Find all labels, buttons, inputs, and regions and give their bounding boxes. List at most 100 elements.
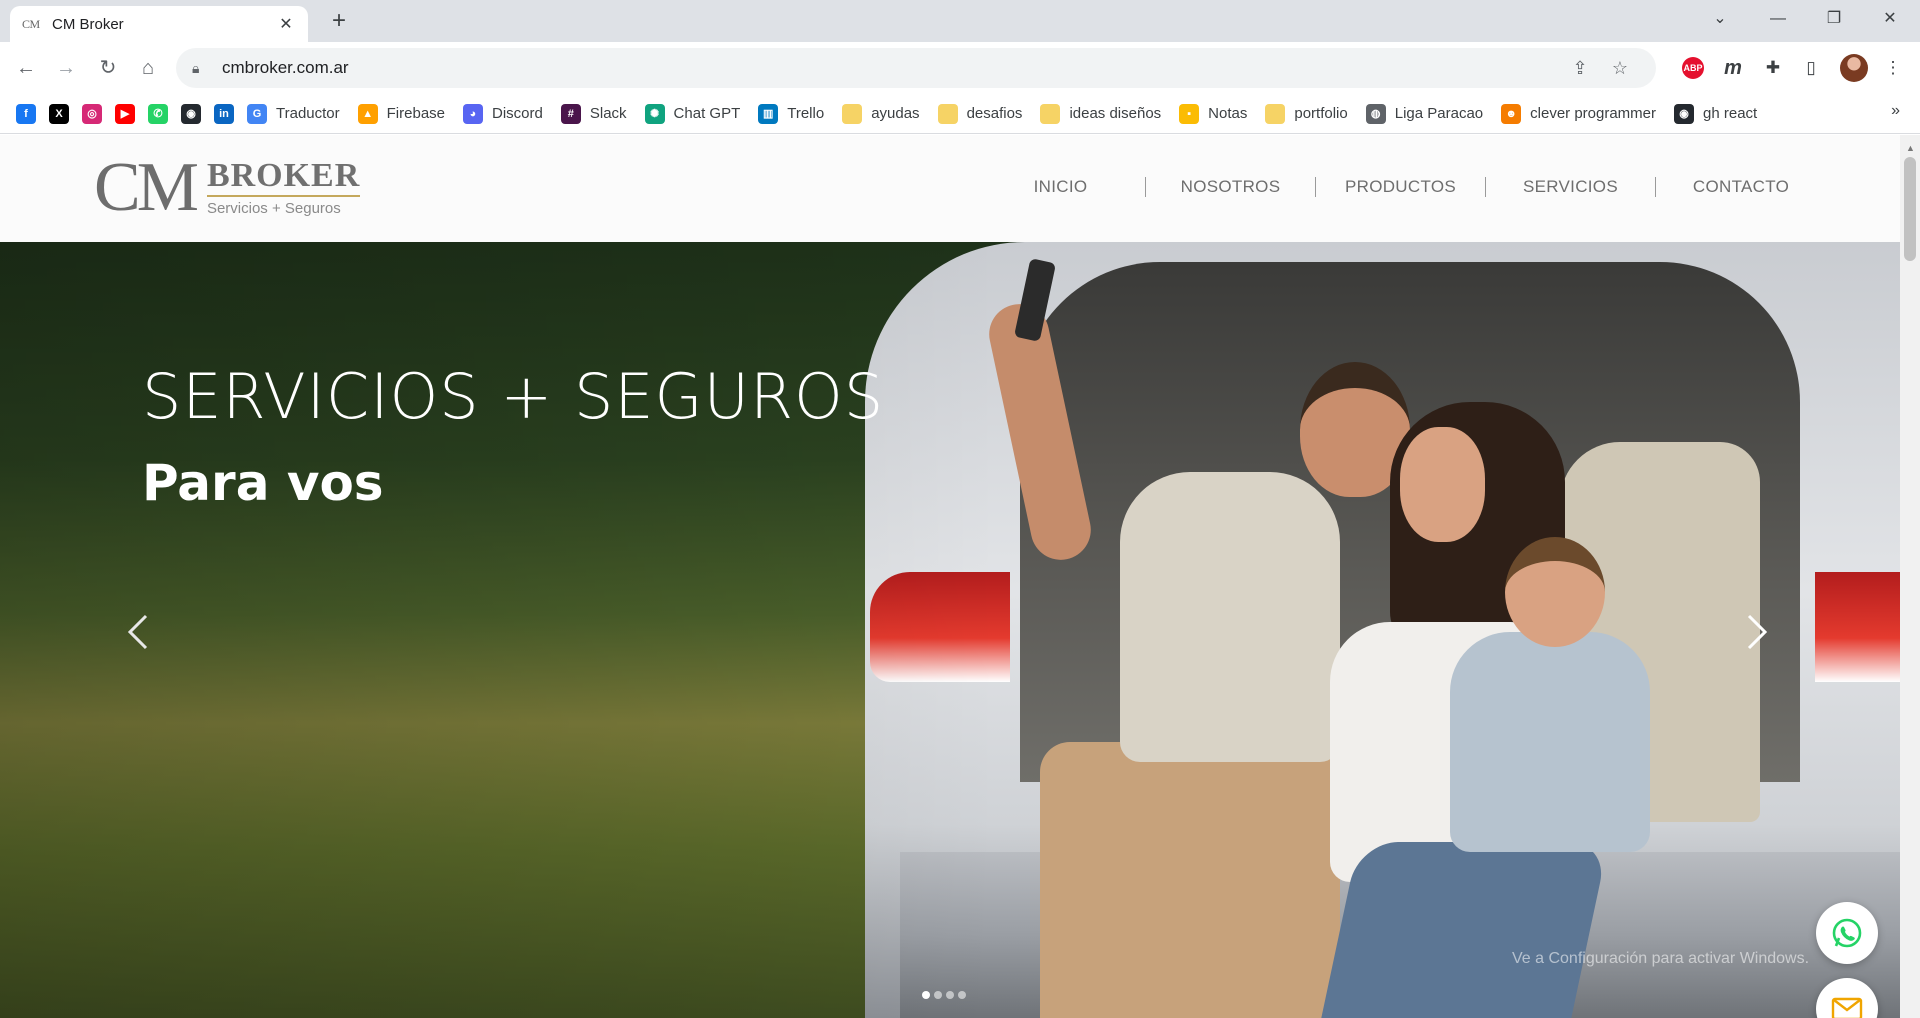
url-text[interactable]: cmbroker.com.ar [216,58,1560,78]
bookmark-item[interactable]: X [49,103,69,124]
bookmark-label: Discord [492,105,543,122]
bookmark-label: Slack [589,105,627,122]
bookmark-item[interactable]: ◉ [181,103,201,124]
browser-tab[interactable]: CM CM Broker ✕ [10,6,308,42]
bookmark-label: Chat GPT [673,105,741,122]
carousel-dot[interactable] [946,991,954,999]
bookmark-item[interactable]: ▪ Notas [1179,103,1248,124]
extensions-puzzle-icon[interactable]: ✚ [1758,53,1788,83]
bookmark-item[interactable]: ✆ [148,103,168,124]
instagram-icon: ◎ [82,103,102,124]
minimize-button[interactable]: — [1750,0,1806,40]
page-scrollbar[interactable]: ▲ [1900,135,1920,1018]
forward-button[interactable]: → [50,52,82,84]
firebase-icon: ▲ [357,103,378,124]
new-tab-button[interactable]: + [324,6,354,36]
logo-cm: CM [94,149,199,226]
bookmark-item[interactable]: ◕ Discord [463,103,543,124]
youtube-icon: ▶ [115,103,135,124]
bookmark-item[interactable]: # Slack [560,103,627,124]
scrollbar-thumb[interactable] [1904,157,1916,261]
whatsapp-icon [1832,918,1862,948]
bookmark-item[interactable]: ◉ gh react [1674,103,1758,124]
home-button[interactable]: ⌂ [132,52,164,84]
browser-tab-strip: CM CM Broker ✕ + ⌄ — ❐ ✕ [0,0,1920,42]
bookmark-label: ideas diseños [1069,105,1162,122]
site-logo[interactable]: CM BROKER Servicios + Seguros [94,149,361,226]
tab-favicon: CM [22,16,40,31]
bookmark-label: Notas [1208,105,1248,122]
nav-productos[interactable]: PRODUCTOS [1316,177,1486,197]
carousel-dot[interactable] [922,991,930,999]
bookmark-label: Firebase [386,105,445,122]
globe-icon: ◍ [1365,103,1386,124]
close-tab-icon[interactable]: ✕ [276,14,296,34]
tab-search-icon[interactable]: ⌄ [1692,0,1748,40]
bookmark-item[interactable]: ◍ Liga Paracao [1365,103,1484,124]
menu-kebab-icon[interactable]: ⋮ [1878,53,1908,83]
bookmark-star-icon[interactable]: ☆ [1600,58,1640,79]
back-button[interactable]: ← [10,52,42,84]
scroll-up-arrow-icon[interactable]: ▲ [1906,143,1915,153]
nav-inicio[interactable]: INICIO [976,177,1146,197]
carousel-dot[interactable] [958,991,966,999]
reload-button[interactable]: ↻ [92,52,124,84]
profile-avatar[interactable] [1840,54,1868,82]
bookmark-item[interactable]: ▥ Trello [758,103,824,124]
carousel-prev-button[interactable] [120,602,160,662]
chatgpt-icon: ✺ [644,103,665,124]
bookmark-item[interactable]: ☻ clever programmer [1501,103,1656,124]
carousel-dot[interactable] [934,991,942,999]
bookmark-label: gh react [1703,105,1758,122]
bookmark-item[interactable]: ✺ Chat GPT [644,103,741,124]
github-icon: ◉ [1674,103,1695,124]
github-icon: ◉ [181,103,201,124]
bookmark-item[interactable]: desafios [937,103,1023,124]
bookmark-label: Liga Paracao [1394,105,1484,122]
side-panel-icon[interactable]: ▯ [1796,53,1826,83]
bookmark-item[interactable]: ▶ [115,103,135,124]
close-window-button[interactable]: ✕ [1862,0,1918,40]
bookmarks-bar: f X ◎ ▶ ✆ ◉ in G Traductor ▲ Firebase ◕ Discord # Slac… [0,94,1920,134]
lock-icon[interactable]: 🔒︎ [192,60,216,77]
m-extension-icon[interactable]: m [1718,53,1748,83]
bookmark-item[interactable]: in [214,103,234,124]
bookmark-item[interactable]: f [16,103,36,124]
address-bar[interactable]: 🔒︎ cmbroker.com.ar ⇪ ☆ [176,48,1656,88]
nav-nosotros[interactable]: NOSOTROS [1146,177,1316,197]
mail-icon [1831,997,1863,1018]
folder-icon [937,103,958,124]
carousel-indicators [922,991,970,999]
bookmark-item[interactable]: ◎ [82,103,102,124]
bookmark-label: desafios [966,105,1023,122]
nav-contacto[interactable]: CONTACTO [1656,177,1826,197]
nav-servicios[interactable]: SERVICIOS [1486,177,1656,197]
chevron-left-icon [127,614,148,650]
folder-icon [1040,103,1061,124]
linkedin-icon: in [214,103,234,124]
bookmark-item[interactable]: ayudas [842,103,920,124]
hero-title: SERVICIOS + SEGUROS [142,360,885,433]
hero-man-legs [1040,742,1340,1018]
taillight-right [1815,572,1900,682]
chevron-right-icon [1747,614,1768,650]
hero-boy-head [1505,537,1605,647]
logo-broker: BROKER [206,159,361,197]
adblock-plus-icon[interactable]: ABP [1682,57,1704,79]
bookmark-item[interactable]: portfolio [1265,103,1348,124]
more-bookmarks-icon[interactable]: » [1891,102,1900,120]
restore-button[interactable]: ❐ [1806,0,1862,40]
main-nav: INICIO NOSOTROS PRODUCTOS SERVICIOS CONT… [976,177,1826,197]
facebook-icon: f [16,103,36,124]
tab-title: CM Broker [52,15,124,33]
slack-icon: # [560,103,581,124]
bookmark-item[interactable]: ▲ Firebase [357,103,445,124]
bookmark-label: portfolio [1294,105,1348,122]
whatsapp-button[interactable] [1816,902,1878,964]
hero-boy-jacket [1450,632,1650,852]
carousel-next-button[interactable] [1735,602,1775,662]
hero-carousel: SERVICIOS + SEGUROS Para vos Ve a Config… [0,242,1900,1018]
bookmark-item[interactable]: ideas diseños [1040,103,1162,124]
bookmark-item[interactable]: G Traductor [247,103,340,124]
share-icon[interactable]: ⇪ [1560,58,1600,79]
